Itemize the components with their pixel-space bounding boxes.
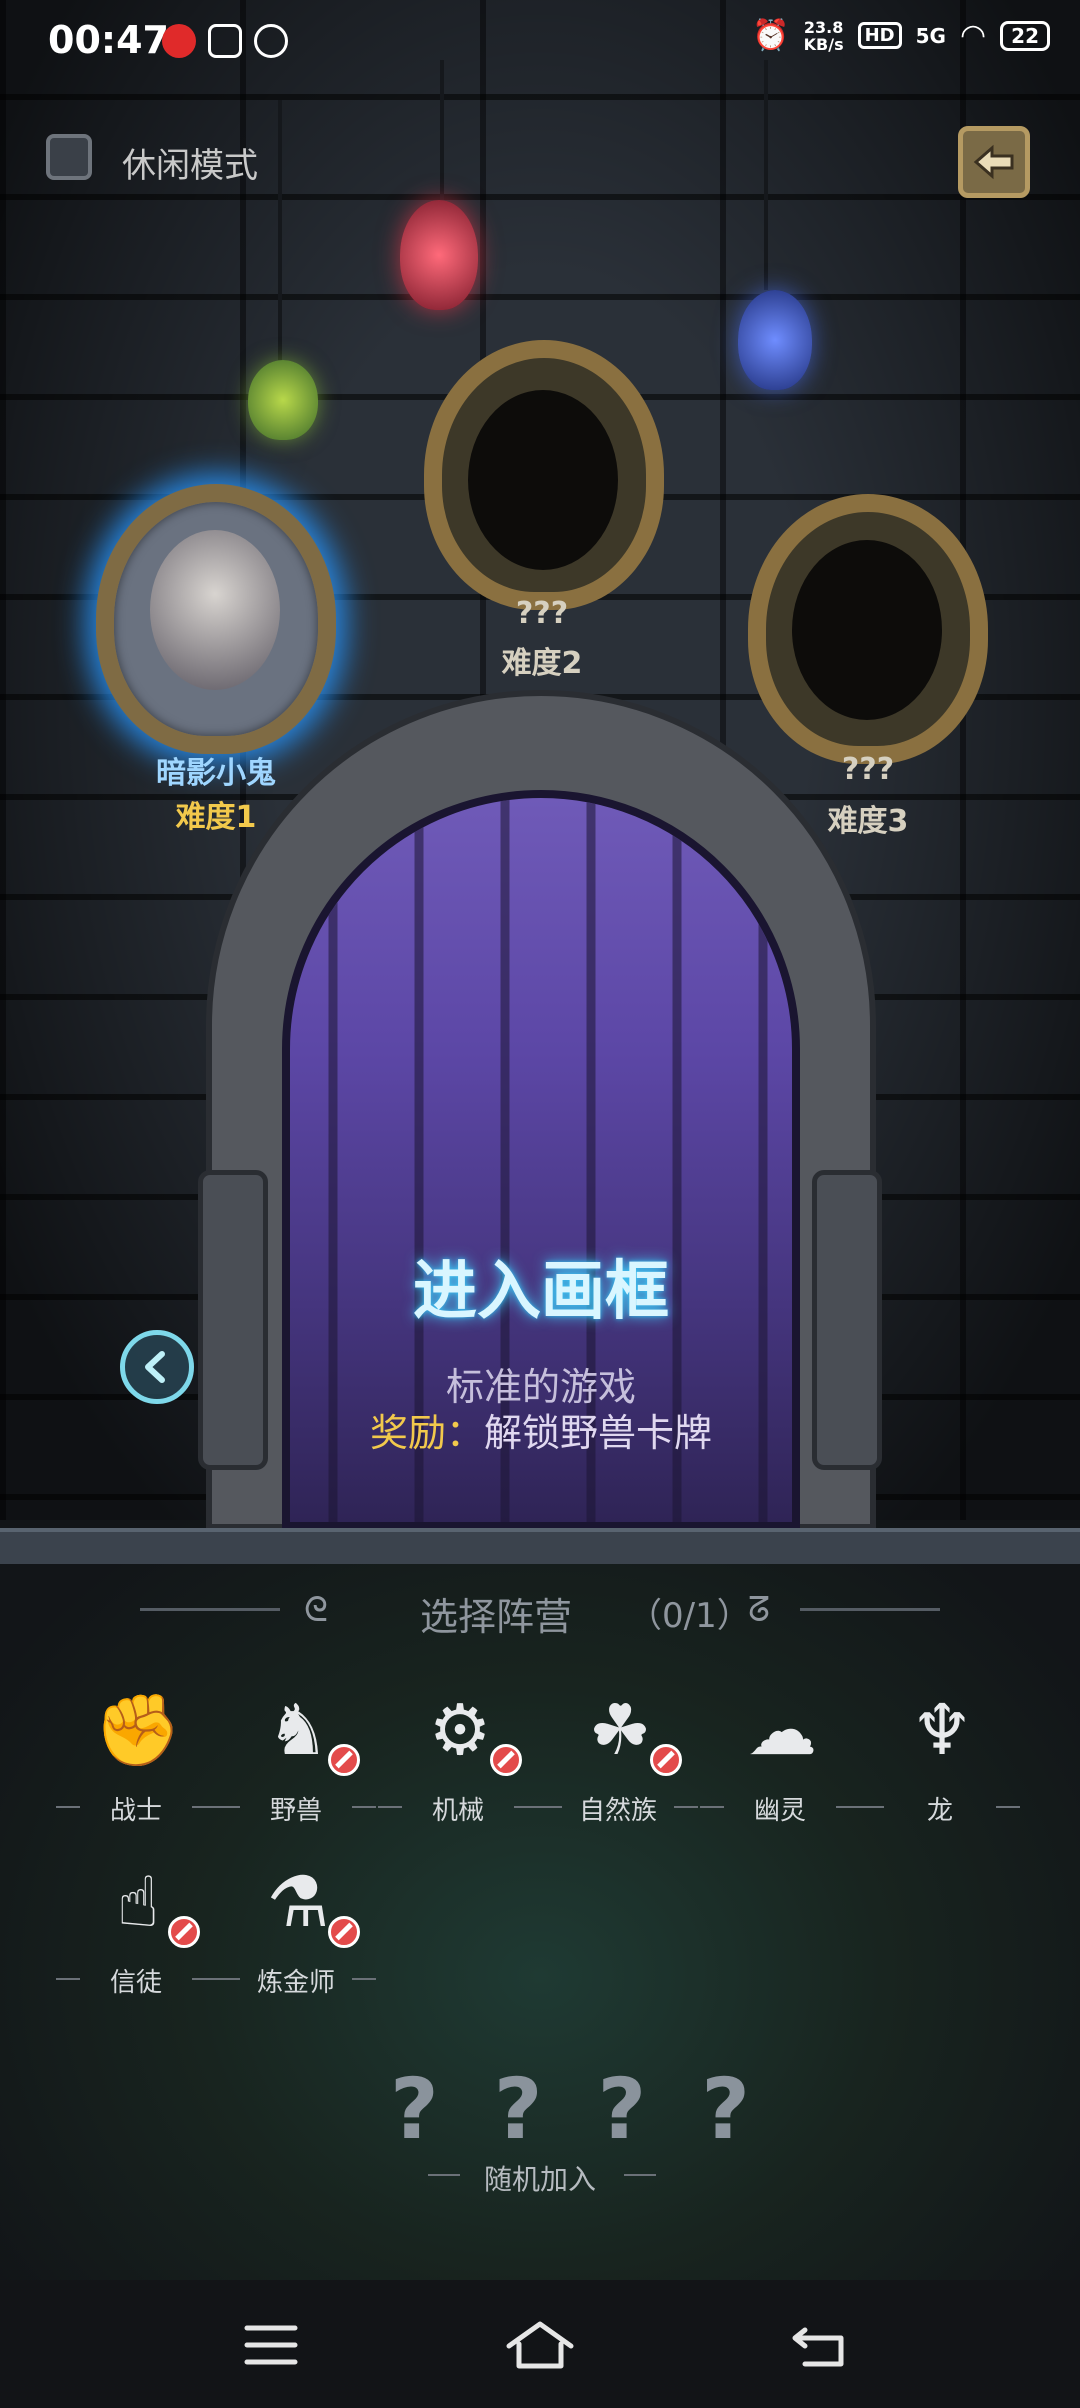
faction-select-header: ᘓ ᘔ 选择阵营 （0/1） [0,1580,1080,1640]
faction-ghost[interactable]: ☁ 幽灵 [700,1680,860,1830]
battery-indicator: 22 [1000,20,1050,51]
status-bar: 00:47 ⏰ 23.8 KB/s HD 5G ◠ 22 [0,0,1080,84]
net-speed-value: 23.8 [803,17,844,37]
reward-label: 奖励： [369,1411,484,1455]
divider [140,1608,280,1611]
stone-ledge [0,1528,1080,1564]
portrait-name: ??? [841,752,895,787]
net-speed-unit: KB/s [803,34,844,54]
back-icon [792,2327,844,2367]
fist-icon: ✊ [94,1689,182,1771]
faction-label: 信徒 [109,1968,162,1998]
faction-beast[interactable]: ♞ 野兽 [216,1680,376,1830]
back-nav-button[interactable] [786,2310,856,2380]
unknown-mark: ? [597,2060,647,2158]
divider [800,1608,940,1611]
alarm-icon: ⏰ [752,18,790,53]
app-notification-icon [254,24,288,58]
faction-dragon[interactable]: ♆ 龙 [860,1680,1020,1830]
swirl-icon: ᘔ [748,1590,770,1630]
rope [440,60,444,200]
home-nav-button[interactable] [505,2310,575,2380]
network-type: 5G [915,23,946,48]
status-right-group: ⏰ 23.8 KB/s HD 5G ◠ 22 [752,18,1050,53]
random-join-marks[interactable]: ? ? ? ? [390,2060,750,2158]
unknown-mark: ? [701,2060,750,2158]
faction-label: 野兽 [269,1796,322,1826]
hd-badge: HD [857,22,902,49]
rope [764,60,768,290]
faction-label: 炼金师 [256,1968,335,1998]
locked-icon [328,1916,360,1948]
locked-silhouette [468,390,618,570]
locked-icon [490,1744,522,1776]
cauldron-icon: ⚗ [266,1861,330,1943]
locked-silhouette [792,540,942,720]
ghost-icon: ☁ [747,1689,817,1771]
casual-mode-label: 休闲模式 [122,146,258,186]
arrow-left-icon [973,144,1014,180]
faction-label: 龙 [926,1796,953,1826]
network-speed: 23.8 KB/s [804,19,844,53]
music-app-icon [162,24,196,58]
wrench-icon: ⚙ [428,1689,492,1771]
casual-mode-checkbox[interactable] [46,134,92,180]
reward-text: 解锁野兽卡牌 [484,1411,713,1455]
shadow-imp-portrait [150,530,280,690]
nature-icon: ☘ [588,1689,652,1771]
faction-select-count: （0/1） [628,1596,751,1636]
dragon-icon: ♆ [910,1689,974,1771]
notification-icon [208,24,242,58]
rope [278,100,282,360]
faction-mech[interactable]: ⚙ 机械 [378,1680,538,1830]
portrait-difficulty: 难度2 [501,646,583,681]
unknown-mark: ? [493,2060,543,2158]
faction-warrior[interactable]: ✊ 战士 [56,1680,216,1830]
chevron-left-icon [145,1351,165,1383]
faction-label: 战士 [109,1796,162,1826]
wifi-icon: ◠ [959,18,987,53]
faction-select-title: 选择阵营 [420,1595,573,1639]
swirl-icon: ᘓ [304,1590,328,1630]
faction-nature[interactable]: ☘ 自然族 [538,1680,698,1830]
red-potion [400,200,478,310]
home-icon [506,2321,574,2369]
menu-nav-button[interactable] [236,2310,306,2380]
locked-icon [168,1916,200,1948]
beast-icon: ♞ [266,1689,330,1771]
back-button[interactable] [958,126,1030,198]
reward-line: 奖励：解锁野兽卡牌 [232,1402,850,1457]
praying-hands-icon: ☝ [116,1861,160,1943]
menu-icon [244,2325,298,2365]
faction-alchemist[interactable]: ⚗ 炼金师 [216,1852,376,2002]
faction-label: 自然族 [578,1796,657,1826]
random-join-label: 随机加入 [483,2163,596,2196]
locked-icon [650,1744,682,1776]
status-time: 00:47 [48,18,169,62]
blue-potion [738,290,812,390]
unknown-mark: ? [390,2060,439,2158]
enter-frame-title[interactable]: 进入画框 [282,1240,800,1332]
portrait-name: ??? [515,596,569,631]
green-potion [248,360,318,440]
locked-icon [328,1744,360,1776]
prev-arrow-button[interactable] [120,1330,194,1404]
faction-label: 幽灵 [753,1796,806,1826]
faction-label: 机械 [431,1796,484,1826]
faction-believer[interactable]: ☝ 信徒 [56,1852,216,2002]
